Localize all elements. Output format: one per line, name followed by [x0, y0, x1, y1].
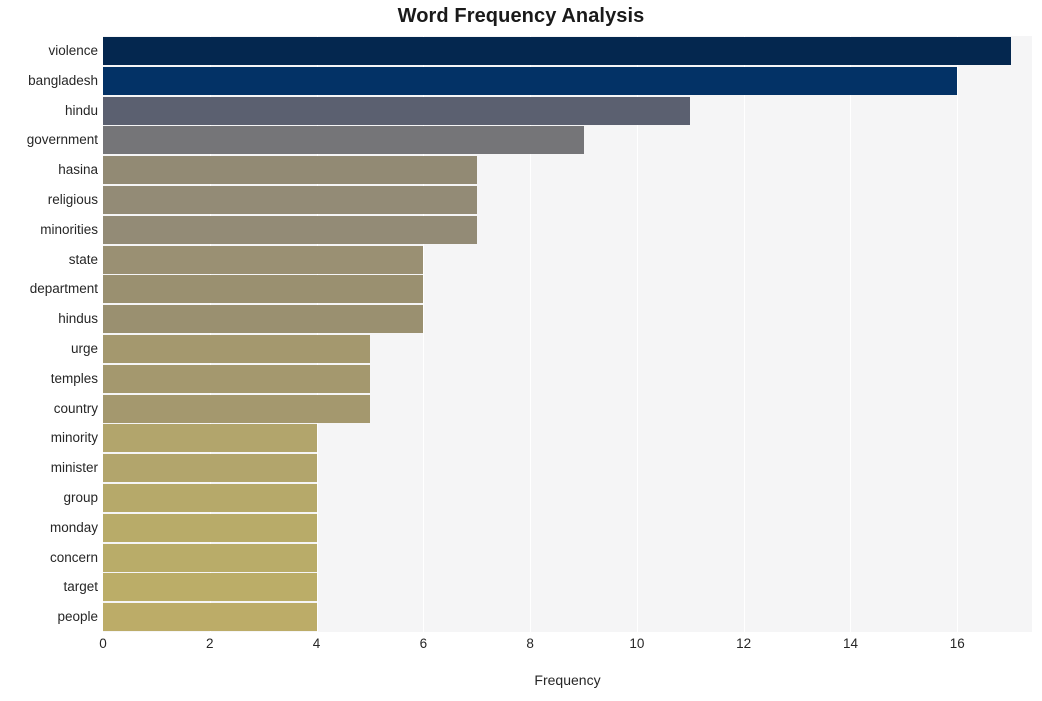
bar-fill	[103, 334, 370, 363]
y-axis-tick-label: monday	[49, 519, 98, 535]
y-axis-tick-label: concern	[49, 549, 98, 565]
bar-fill	[103, 483, 317, 512]
x-axis-tick-label: 14	[842, 636, 858, 651]
x-axis-tick-label: 6	[419, 636, 428, 651]
y-axis-tick-label: minister	[50, 460, 98, 476]
bar-fill	[103, 215, 477, 244]
bar	[103, 573, 317, 602]
bar-fill	[103, 185, 477, 214]
bar	[103, 185, 477, 214]
y-axis-tick-label: temples	[50, 370, 98, 386]
bar-fill	[103, 394, 370, 423]
bar	[103, 543, 317, 572]
x-axis-tick-labels: 0 2 4 6 8 10 12 14 16	[99, 636, 1032, 658]
y-axis-tick-label: target	[63, 579, 98, 595]
y-axis-tick-label: hasina	[58, 162, 98, 178]
bar-fill	[103, 543, 317, 572]
bar-fill	[103, 36, 1011, 65]
bar	[103, 305, 424, 334]
y-axis-tick-label: government	[26, 132, 98, 148]
word-frequency-chart: Word Frequency Analysis violence banglade…	[0, 0, 1042, 701]
bar	[103, 96, 691, 125]
bar-fill	[103, 424, 317, 453]
chart-title: Word Frequency Analysis	[397, 5, 645, 27]
y-axis-tick-label: department	[29, 281, 98, 297]
bar	[103, 245, 424, 274]
bar	[103, 334, 370, 363]
bar-fill	[103, 245, 424, 274]
y-axis-tick-label: hindu	[64, 102, 98, 118]
y-axis-tick-label: people	[57, 609, 98, 625]
y-axis-tick-label: country	[53, 400, 98, 416]
bar-fill	[103, 454, 317, 483]
bar-fill	[103, 364, 370, 393]
bars-layer	[103, 36, 1032, 632]
bar	[103, 424, 317, 453]
bar	[103, 364, 370, 393]
x-axis-tick-label: 4	[312, 636, 321, 651]
y-axis-tick-labels: violence bangladesh hindu government hasina r…	[0, 36, 98, 632]
bar-fill	[103, 66, 958, 95]
bar	[103, 36, 1011, 65]
bar	[103, 483, 317, 512]
y-axis-tick-label: minorities	[40, 221, 98, 237]
x-axis-tick-label: 2	[206, 636, 214, 651]
bar	[103, 454, 317, 483]
plot-area	[103, 36, 1032, 632]
bar	[103, 603, 317, 632]
bar	[103, 156, 477, 185]
bar-fill	[103, 156, 477, 185]
bar-fill	[103, 305, 424, 334]
bar	[103, 513, 317, 542]
bar	[103, 66, 958, 95]
x-axis-label: Frequency	[534, 672, 601, 688]
x-axis-tick-label: 0	[99, 636, 107, 651]
y-axis-tick-label: urge	[70, 340, 98, 356]
y-axis-tick-label: state	[68, 251, 98, 267]
bar-fill	[103, 96, 691, 125]
bar	[103, 126, 584, 155]
bar-fill	[103, 573, 317, 602]
bar-fill	[103, 603, 317, 632]
x-axis-tick-label: 10	[629, 636, 645, 651]
bar-fill	[103, 275, 424, 304]
bar	[103, 275, 424, 304]
bar	[103, 215, 477, 244]
bar-fill	[103, 513, 317, 542]
y-axis-tick-label: group	[63, 489, 98, 505]
y-axis-tick-label: violence	[48, 42, 98, 58]
x-axis-tick-label: 16	[949, 636, 965, 651]
y-axis-tick-label: religious	[47, 191, 98, 207]
y-axis-tick-label: minority	[50, 430, 98, 446]
x-axis-tick-label: 12	[736, 636, 752, 651]
y-axis-tick-label: hindus	[58, 311, 98, 327]
y-axis-tick-label: bangladesh	[28, 72, 98, 88]
bar-fill	[103, 126, 584, 155]
bar	[103, 394, 370, 423]
x-axis-tick-label: 8	[526, 636, 534, 651]
